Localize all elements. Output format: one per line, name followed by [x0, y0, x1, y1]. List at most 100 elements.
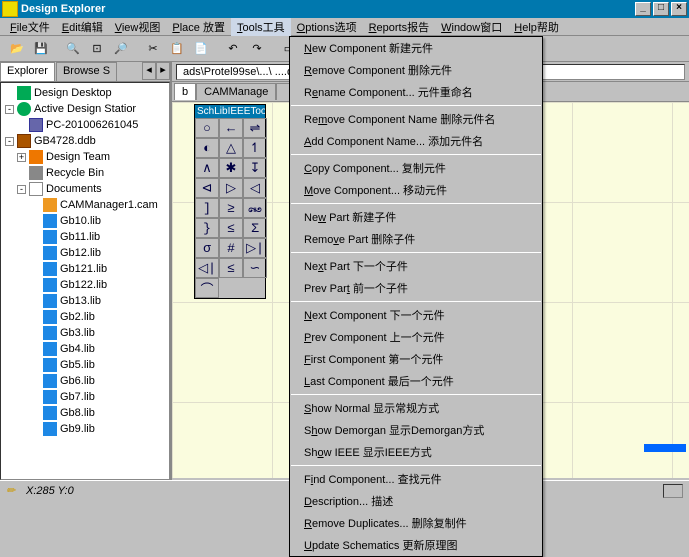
tree-node[interactable]: Gb9.lib — [3, 421, 167, 437]
tree-node[interactable]: -GB4728.ddb — [3, 133, 167, 149]
tree-node[interactable]: Gb12.lib — [3, 245, 167, 261]
menu-r[interactable]: Reports报告 — [363, 18, 436, 36]
tool-cell[interactable]: ✱ — [219, 158, 243, 178]
menu-item[interactable]: New Component 新建元件 — [290, 37, 542, 59]
tool-cell[interactable]: ꘏ — [243, 198, 267, 218]
menu-p[interactable]: Place 放置 — [166, 18, 231, 36]
menu-o[interactable]: Options选项 — [291, 18, 363, 36]
tree-view[interactable]: Design Desktop-Active Design StatiorPC-2… — [0, 82, 170, 480]
tool-cell[interactable]: ⌒ — [195, 278, 219, 298]
maximize-button[interactable]: □ — [653, 2, 669, 16]
tree-node[interactable]: -Active Design Statior — [3, 101, 167, 117]
tree-node[interactable]: Gb10.lib — [3, 213, 167, 229]
tool-cell[interactable]: ≤ — [219, 258, 243, 278]
menu-item[interactable]: Remove Component 删除元件 — [290, 59, 542, 81]
menu-v[interactable]: View视图 — [109, 18, 167, 36]
tool-cell[interactable]: ◐ — [195, 138, 219, 158]
menu-item[interactable]: Last Component 最后一个元件 — [290, 370, 542, 392]
tree-node[interactable]: Gb7.lib — [3, 389, 167, 405]
tool-cell[interactable]: ○ — [195, 118, 219, 138]
menu-item[interactable]: New Part 新建子件 — [290, 206, 542, 228]
menu-item[interactable]: Description... 描述 — [290, 490, 542, 512]
tab-browse[interactable]: Browse S — [56, 62, 117, 81]
tree-node[interactable]: Design Desktop — [3, 85, 167, 101]
explorer-tabs: Explorer Browse S ◂▸ — [0, 62, 170, 82]
menu-item[interactable]: Remove Part 删除子件 — [290, 228, 542, 250]
tool-cell[interactable]: ◁| — [195, 258, 219, 278]
tree-node[interactable]: Gb8.lib — [3, 405, 167, 421]
tool-cell[interactable]: ↿ — [243, 138, 267, 158]
paste-icon[interactable]: 📄 — [190, 38, 212, 60]
tab-explorer[interactable]: Explorer — [0, 62, 55, 81]
menu-item[interactable]: Show Normal 显示常规方式 — [290, 397, 542, 419]
menu-item[interactable]: Show Demorgan 显示Demorgan方式 — [290, 419, 542, 441]
menu-h[interactable]: Help帮助 — [508, 18, 565, 36]
tab-prev-icon[interactable]: ◂ — [142, 62, 156, 80]
menu-item[interactable]: First Component 第一个元件 — [290, 348, 542, 370]
menu-item[interactable]: Show IEEE 显示IEEE方式 — [290, 441, 542, 463]
tool-cell[interactable]: ∧ — [195, 158, 219, 178]
tool-cell[interactable]: σ — [195, 238, 219, 258]
toolbox: SchLibIEEETool ○←⇌◐△↿∧✱↧⊲▷◁]≥꘏}≤Σσ#▷|◁|≤… — [194, 104, 266, 299]
menu-w[interactable]: Window窗口 — [435, 18, 508, 36]
tool-cell[interactable]: ▷ — [219, 178, 243, 198]
lib-tab[interactable]: b — [174, 83, 196, 100]
redo-icon[interactable]: ↷ — [246, 38, 268, 60]
tool-cell[interactable]: ≥ — [219, 198, 243, 218]
tree-node[interactable]: CAMManager1.cam — [3, 197, 167, 213]
menu-item[interactable]: Find Component... 查找元件 — [290, 468, 542, 490]
tree-node[interactable]: Recycle Bin — [3, 165, 167, 181]
tree-node[interactable]: PC-201006261045 — [3, 117, 167, 133]
close-button[interactable]: × — [671, 2, 687, 16]
tab-next-icon[interactable]: ▸ — [156, 62, 170, 80]
undo-icon[interactable]: ↶ — [222, 38, 244, 60]
menu-item[interactable]: Next Component 下一个元件 — [290, 304, 542, 326]
tool-cell[interactable]: ◁ — [243, 178, 267, 198]
menu-e[interactable]: Edit编辑 — [56, 18, 109, 36]
tool-cell[interactable]: ∽ — [243, 258, 267, 278]
menu-f[interactable]: File文件 — [4, 18, 56, 36]
tool-cell[interactable]: } — [195, 218, 219, 238]
tree-node[interactable]: Gb5.lib — [3, 357, 167, 373]
tree-node[interactable]: +Design Team — [3, 149, 167, 165]
tree-node[interactable]: Gb3.lib — [3, 325, 167, 341]
tree-node[interactable]: -Documents — [3, 181, 167, 197]
tree-node[interactable]: Gb4.lib — [3, 341, 167, 357]
tree-node[interactable]: Gb6.lib — [3, 373, 167, 389]
tree-node[interactable]: Gb121.lib — [3, 261, 167, 277]
menu-item[interactable]: Remove Component Name 删除元件名 — [290, 108, 542, 130]
menu-t[interactable]: Tools工具 — [231, 18, 291, 36]
tool-cell[interactable]: ▷| — [243, 238, 267, 258]
tool-cell[interactable]: ⊲ — [195, 178, 219, 198]
zoom-in-icon[interactable]: 🔍 — [62, 38, 84, 60]
tree-node[interactable]: Gb11.lib — [3, 229, 167, 245]
tool-cell[interactable]: ⇌ — [243, 118, 267, 138]
tree-node[interactable]: Gb13.lib — [3, 293, 167, 309]
tool-cell[interactable]: △ — [219, 138, 243, 158]
tool-cell[interactable]: ← — [219, 118, 243, 138]
minimize-button[interactable]: _ — [635, 2, 651, 16]
save-icon[interactable]: 💾 — [30, 38, 52, 60]
cut-icon[interactable]: ✂ — [142, 38, 164, 60]
tree-node[interactable]: Gb2.lib — [3, 309, 167, 325]
copy-icon[interactable]: 📋 — [166, 38, 188, 60]
zoom-out-icon[interactable]: 🔎 — [110, 38, 132, 60]
menu-item[interactable]: Add Component Name... 添加元件名 — [290, 130, 542, 152]
open-icon[interactable]: 📂 — [6, 38, 28, 60]
menu-item[interactable]: Prev Component 上一个元件 — [290, 326, 542, 348]
zoom-fit-icon[interactable]: ⊡ — [86, 38, 108, 60]
menu-item[interactable]: Prev Part 前一个子件 — [290, 277, 542, 299]
menu-item[interactable]: Rename Component... 元件重命名 — [290, 81, 542, 103]
menu-item[interactable]: Next Part 下一个子件 — [290, 255, 542, 277]
tool-cell[interactable]: Σ — [243, 218, 267, 238]
tool-cell[interactable]: ] — [195, 198, 219, 218]
menu-item[interactable]: Copy Component... 复制元件 — [290, 157, 542, 179]
tree-node[interactable]: Gb122.lib — [3, 277, 167, 293]
menu-item[interactable]: Remove Duplicates... 删除复制件 — [290, 512, 542, 534]
lib-tab[interactable]: CAMManage — [196, 83, 276, 100]
menu-item[interactable]: Update Schematics 更新原理图 — [290, 534, 542, 556]
tool-cell[interactable]: ≤ — [219, 218, 243, 238]
menu-item[interactable]: Move Component... 移动元件 — [290, 179, 542, 201]
tool-cell[interactable]: # — [219, 238, 243, 258]
tool-cell[interactable]: ↧ — [243, 158, 267, 178]
